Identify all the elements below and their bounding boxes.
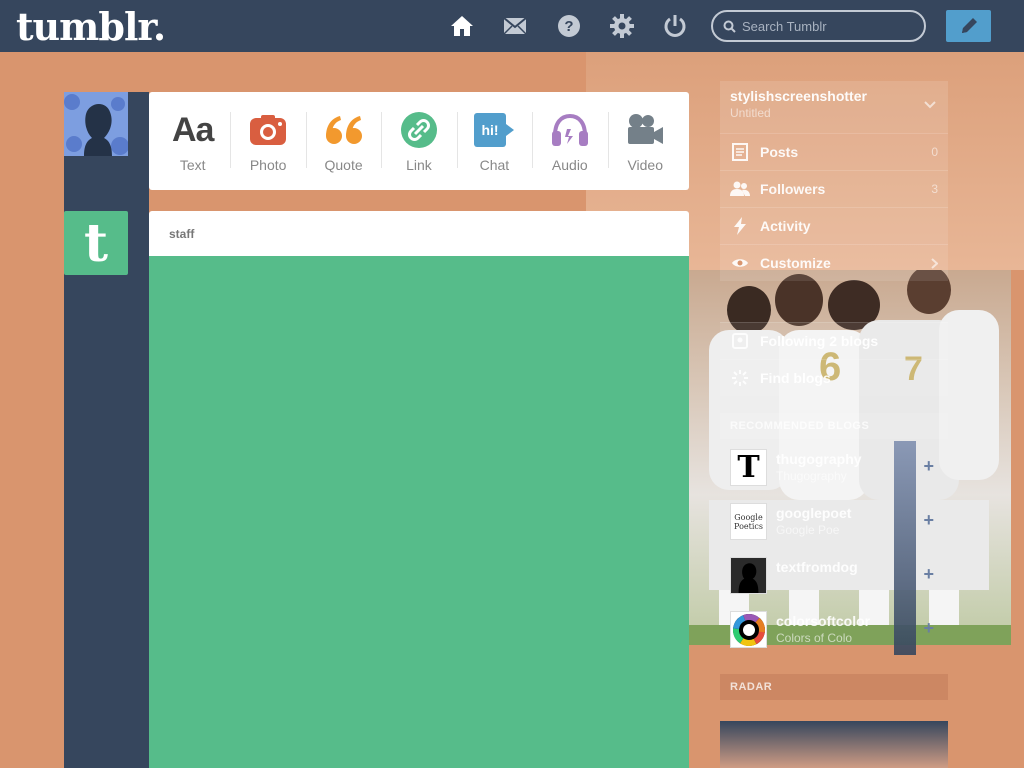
sidebar-item-following[interactable]: Following 2 blogs <box>720 322 948 359</box>
post-author[interactable]: staff <box>149 211 689 256</box>
blog-switcher[interactable]: stylishscreenshotter Untitled <box>720 81 948 133</box>
spinner-segment <box>456 477 495 506</box>
svg-text:hi!: hi! <box>482 122 499 138</box>
staff-avatar[interactable]: t <box>64 211 128 275</box>
post-type-link[interactable]: Link <box>381 92 456 190</box>
pencil-icon <box>961 18 977 33</box>
mail-icon[interactable] <box>501 12 529 40</box>
spinner-segment <box>343 477 382 506</box>
radar-post[interactable] <box>720 721 948 768</box>
settings-icon[interactable] <box>608 12 636 40</box>
people-icon <box>730 179 750 199</box>
blog-subtitle: Untitled <box>730 106 771 120</box>
blog-name: stylishscreenshotter <box>730 88 867 104</box>
follow-plus-icon[interactable]: + <box>923 456 934 477</box>
recommended-blog-item[interactable]: textfromdog + <box>720 548 948 602</box>
power-icon[interactable] <box>661 12 689 40</box>
text-icon: Aa <box>171 110 214 149</box>
spinner-segment <box>372 448 401 487</box>
user-avatar[interactable] <box>64 92 128 156</box>
recommended-blog-item[interactable]: Google Poetics googlepoet Google Poe + <box>720 494 948 548</box>
link-icon <box>400 109 438 151</box>
top-header: tumblr. ? <box>0 0 1024 52</box>
quote-icon <box>324 109 364 151</box>
search-input[interactable] <box>742 18 912 34</box>
compose-button[interactable] <box>946 10 991 42</box>
home-icon[interactable] <box>448 12 476 40</box>
recommended-blogs-title: RECOMMENDED BLOGS <box>720 413 948 439</box>
recommended-blog-item[interactable]: T thugography Thugography + <box>720 440 948 494</box>
spinner-segment <box>411 438 427 480</box>
follow-plus-icon[interactable]: + <box>923 618 934 639</box>
chevron-down-icon <box>924 101 936 109</box>
help-icon[interactable]: ? <box>555 12 583 40</box>
post-type-bar: Aa Text Photo Quote Link hi! Chat Audio <box>149 92 689 190</box>
spinner-segment <box>343 542 382 571</box>
sidebar-item-activity[interactable]: Activity <box>720 207 948 244</box>
search-icon <box>723 20 736 33</box>
color-wheel-icon <box>732 613 765 646</box>
sidebar-item-customize[interactable]: Customize <box>720 244 948 281</box>
spinner-segment <box>333 516 375 532</box>
spinner-segment <box>456 542 495 571</box>
svg-text:?: ? <box>564 18 573 35</box>
blog-avatar <box>730 611 767 648</box>
lightning-icon <box>730 216 750 236</box>
sidebar-item-posts[interactable]: Posts 0 <box>720 133 948 170</box>
post-type-photo[interactable]: Photo <box>230 92 305 190</box>
sidebar-secondary: Following 2 blogs Find blogs <box>720 322 948 396</box>
post-type-video[interactable]: Video <box>607 92 683 190</box>
blog-avatar: Google Poetics <box>730 503 767 540</box>
post-body <box>149 256 689 768</box>
recommended-blogs-list: T thugography Thugography + Google Poeti… <box>720 440 948 656</box>
spinner-segment <box>437 561 466 600</box>
chevron-right-icon <box>931 257 938 269</box>
post-type-audio[interactable]: Audio <box>532 92 607 190</box>
spinner-segment <box>463 516 505 532</box>
headphones-icon <box>551 109 589 151</box>
dashboard-sidebar: stylishscreenshotter Untitled Posts 0 Fo… <box>720 81 948 281</box>
dog-silhouette-icon <box>738 563 759 593</box>
sidebar-item-followers[interactable]: Followers 3 <box>720 170 948 207</box>
document-icon <box>730 142 750 162</box>
tumblr-logo[interactable]: tumblr. <box>16 4 166 49</box>
following-icon <box>730 331 750 351</box>
chat-icon: hi! <box>473 109 515 151</box>
blog-avatar <box>730 557 767 594</box>
spinner-segment <box>372 561 401 600</box>
radar-title: RADAR <box>720 674 948 700</box>
post-type-quote[interactable]: Quote <box>305 92 381 190</box>
compass-icon <box>730 368 750 388</box>
posts-count: 0 <box>931 145 938 159</box>
spinner-segment <box>437 448 466 487</box>
eye-icon <box>730 253 750 273</box>
recommended-blog-item[interactable]: colorsoftcolor Colors of Colo + <box>720 602 948 656</box>
left-column-strip <box>64 92 149 768</box>
post-type-chat[interactable]: hi! Chat <box>456 92 532 190</box>
camera-icon <box>249 109 287 151</box>
follow-plus-icon[interactable]: + <box>923 510 934 531</box>
follow-plus-icon[interactable]: + <box>923 564 934 585</box>
post-type-text[interactable]: Aa Text <box>155 92 230 190</box>
followers-count: 3 <box>931 182 938 196</box>
video-camera-icon <box>626 109 664 151</box>
spinner-segment <box>411 568 427 610</box>
blog-avatar: T <box>730 449 767 486</box>
sidebar-item-find-blogs[interactable]: Find blogs <box>720 359 948 396</box>
search-box[interactable] <box>711 10 926 42</box>
